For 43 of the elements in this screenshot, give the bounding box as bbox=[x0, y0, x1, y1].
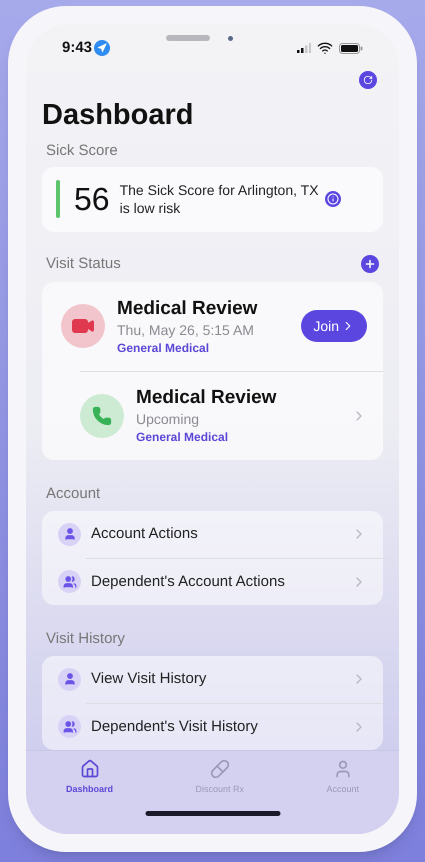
speaker-grille-icon bbox=[166, 35, 210, 42]
wifi-icon bbox=[317, 40, 333, 56]
phone-icon bbox=[80, 394, 124, 438]
join-button[interactable]: Join bbox=[301, 310, 367, 342]
item-label: View Visit History bbox=[91, 669, 208, 690]
person-icon bbox=[58, 668, 81, 691]
visit-category: General Medical bbox=[117, 340, 210, 356]
list-item[interactable]: View Visit History bbox=[42, 656, 383, 703]
status-time: 9:43 bbox=[62, 38, 92, 58]
list-item[interactable]: Account Actions bbox=[42, 510, 383, 558]
signal-icon bbox=[297, 43, 311, 54]
battery-icon bbox=[339, 42, 363, 54]
person-icon bbox=[58, 522, 81, 546]
list-item[interactable]: Dependent's Account Actions bbox=[86, 558, 383, 605]
score-value: 56 bbox=[74, 180, 110, 220]
page-title: Dashboard bbox=[42, 98, 194, 133]
info-button[interactable] bbox=[324, 191, 341, 208]
refresh-icon bbox=[363, 74, 373, 85]
plus-icon bbox=[364, 258, 376, 270]
item-label: Dependent's Visit History bbox=[91, 716, 259, 737]
risk-bar bbox=[56, 180, 60, 218]
pills-icon bbox=[210, 758, 230, 779]
section-heading: Account bbox=[45, 484, 102, 504]
section-heading: Visit History bbox=[45, 628, 126, 649]
add-button[interactable] bbox=[361, 254, 379, 273]
visit-category: General Medical bbox=[136, 429, 230, 446]
visit-title: Medical Review bbox=[136, 386, 278, 410]
section-heading: Sick Score bbox=[45, 140, 119, 161]
camera-icon bbox=[228, 36, 234, 41]
visit-title: Medical Review bbox=[117, 296, 258, 321]
score-message: The Sick Score for Arlington, TX is low risk bbox=[120, 181, 320, 218]
people-icon bbox=[58, 715, 81, 738]
item-label: Account Actions bbox=[91, 524, 199, 544]
people-icon bbox=[58, 570, 81, 594]
item-label: Dependent's Account Actions bbox=[91, 572, 286, 592]
video-camera-icon bbox=[61, 304, 105, 348]
location-icon bbox=[94, 40, 110, 56]
section-heading: Visit Status bbox=[45, 254, 122, 274]
visit-subtitle: Thu, May 26, 5:15 AM bbox=[117, 320, 255, 340]
home-icon bbox=[80, 758, 100, 779]
visit-subtitle: Upcoming bbox=[136, 410, 200, 430]
tab[interactable]: Dashboard bbox=[66, 758, 114, 797]
refresh-button[interactable] bbox=[359, 70, 377, 89]
